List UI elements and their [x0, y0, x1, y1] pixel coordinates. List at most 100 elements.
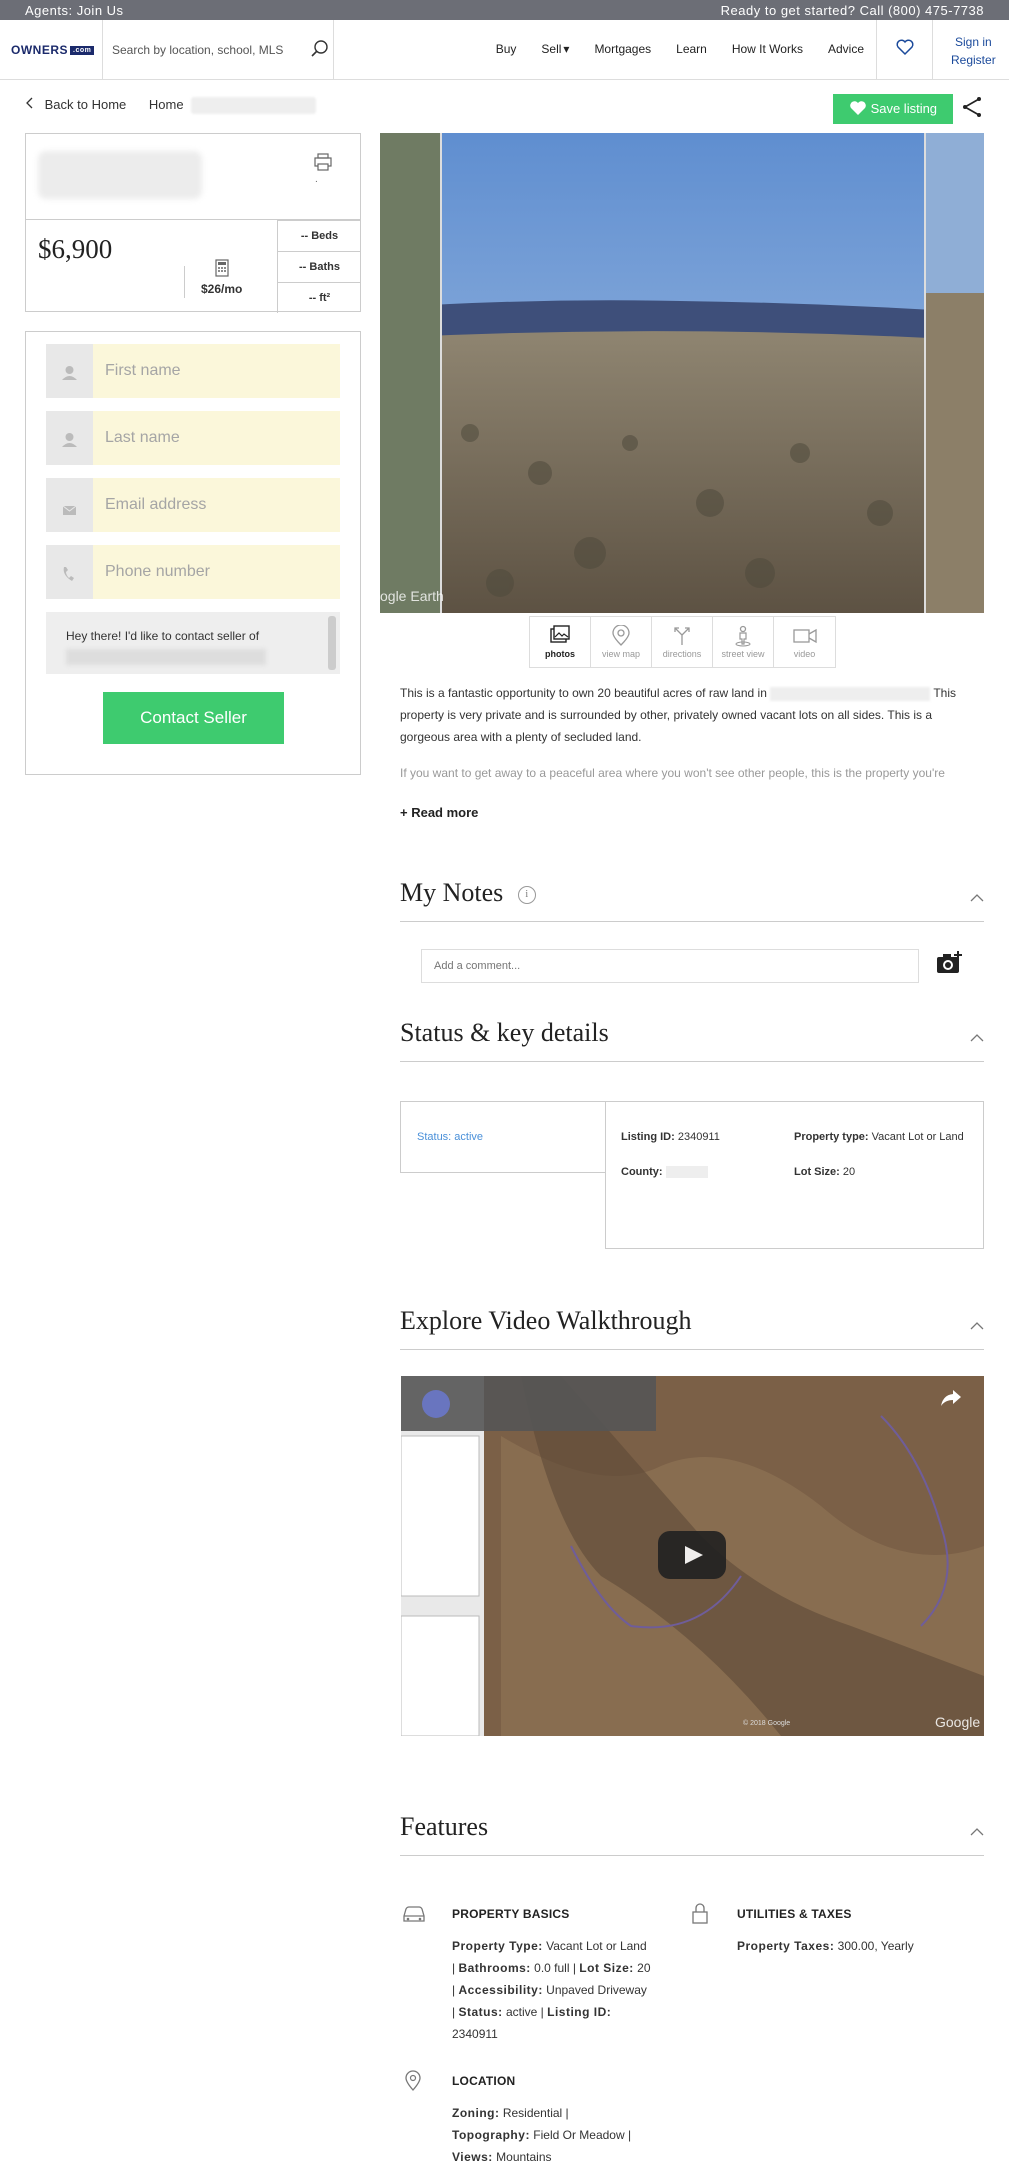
listing-description: This is a fantastic opportunity to own 2…	[400, 682, 980, 784]
nav-sell[interactable]: Sell ▾	[541, 42, 569, 56]
last-name-input[interactable]	[93, 411, 340, 465]
print-caption: .	[315, 174, 318, 185]
breadcrumb: Back to Home Home	[25, 97, 317, 115]
address-redacted	[38, 151, 202, 199]
tab-video[interactable]: video	[774, 617, 835, 667]
chevron-up-icon[interactable]	[970, 1318, 984, 1336]
description-fade-paragraph: If you want to get away to a peaceful ar…	[400, 766, 945, 780]
sqft-value: -- ft²	[278, 282, 361, 313]
textarea-scrollbar[interactable]	[328, 616, 336, 670]
nav-learn[interactable]: Learn	[676, 42, 707, 56]
play-button[interactable]	[658, 1531, 726, 1579]
description-paragraph: This is a fantastic opportunity to own 2…	[400, 686, 957, 744]
account-links: Sign in Register	[951, 33, 996, 69]
beds-value: -- Beds	[278, 220, 361, 251]
features-section-header[interactable]: Features	[400, 1812, 984, 1856]
nav-mortgages[interactable]: Mortgages	[594, 42, 651, 56]
tab-directions[interactable]: directions	[652, 617, 713, 667]
features-title: Features	[400, 1812, 489, 1841]
calc-divider	[184, 266, 185, 298]
call-cta[interactable]: Ready to get started? Call (800) 475-773…	[721, 3, 984, 18]
topography: Topography: Field Or Meadow |	[452, 2128, 632, 2142]
tab-view-map[interactable]: view map	[591, 617, 652, 667]
property-type-detail: Property type: Vacant Lot or Land	[794, 1131, 964, 1143]
agents-join-link[interactable]: Agents: Join Us	[25, 3, 124, 18]
contact-seller-button[interactable]: Contact Seller	[103, 692, 284, 744]
chevron-left-icon[interactable]	[25, 97, 39, 112]
chevron-up-icon[interactable]	[970, 890, 984, 908]
breadcrumb-home[interactable]: Home	[149, 97, 184, 112]
chevron-up-icon[interactable]	[970, 1824, 984, 1842]
photos-icon	[530, 625, 590, 649]
search-input[interactable]	[104, 20, 334, 80]
owners-logo[interactable]: OWNERS .com	[11, 43, 95, 57]
listing-price: $6,900	[38, 234, 113, 264]
play-icon	[658, 1546, 726, 1583]
car-icon	[401, 1904, 427, 1929]
utilities-title: UTILITIES & TAXES	[737, 1907, 852, 1921]
print-icon[interactable]	[313, 153, 333, 176]
status-section-header[interactable]: Status & key details	[400, 1018, 984, 1062]
mortgage-calculator[interactable]: $26/mo	[201, 259, 242, 296]
lot-size-detail: Lot Size: 20	[794, 1166, 856, 1178]
read-more-link[interactable]: + Read more	[400, 805, 478, 820]
first-name-input[interactable]	[93, 344, 340, 398]
status-badge: Status: active	[400, 1101, 606, 1173]
tab-street-view[interactable]: street view	[713, 617, 774, 667]
property-specs: -- Beds -- Baths -- ft²	[277, 220, 361, 313]
comment-input[interactable]	[421, 949, 919, 983]
location-title: LOCATION	[452, 2074, 516, 2088]
property-basics: PROPERTY BASICS Property Type: Vacant Lo…	[452, 1903, 652, 2045]
breadcrumb-address-redacted	[191, 97, 317, 115]
phone-field	[46, 545, 340, 599]
nav-divider	[932, 20, 933, 80]
nav-advice[interactable]: Advice	[828, 42, 864, 56]
register-link[interactable]: Register	[951, 51, 996, 69]
sign-in-link[interactable]: Sign in	[951, 33, 996, 51]
map-watermark: Google	[935, 1714, 981, 1730]
utilities-taxes: UTILITIES & TAXES Property Taxes: 300.00…	[737, 1903, 987, 1957]
baths-value: -- Baths	[278, 251, 361, 282]
message-redacted	[66, 649, 266, 665]
favorites-heart-icon[interactable]	[895, 37, 915, 62]
listing-id-detail: Listing ID: 2340911	[621, 1131, 720, 1143]
directions-icon	[652, 625, 712, 649]
media-tabs: photos view map directions street view v…	[529, 616, 836, 668]
info-icon[interactable]: i	[517, 886, 536, 904]
share-icon[interactable]	[961, 96, 983, 123]
tab-photos[interactable]: photos	[530, 617, 591, 667]
save-listing-button[interactable]: Save listing	[833, 94, 953, 124]
nav-how-it-works[interactable]: How It Works	[732, 42, 803, 56]
message-textarea[interactable]: Hey there! I'd like to contact seller of	[46, 612, 340, 674]
phone-icon	[46, 545, 93, 599]
map-pin-icon	[591, 624, 651, 649]
nav-divider	[876, 20, 877, 80]
video-icon	[774, 625, 835, 649]
property-taxes: Property Taxes: 300.00, Yearly	[737, 1939, 914, 1953]
location-redacted	[770, 686, 931, 701]
nav-buy[interactable]: Buy	[496, 42, 517, 56]
my-notes-section-header[interactable]: My Notes i	[400, 878, 984, 922]
chevron-up-icon[interactable]	[970, 1030, 984, 1048]
add-photo-camera-icon[interactable]	[936, 951, 962, 980]
first-name-field	[46, 344, 340, 398]
top-bar: Agents: Join Us Ready to get started? Ca…	[0, 0, 1009, 20]
video-section-header[interactable]: Explore Video Walkthrough	[400, 1306, 984, 1350]
person-icon	[46, 411, 93, 465]
contact-seller-form: Hey there! I'd like to contact seller of…	[25, 331, 361, 775]
nav-links: Buy Sell ▾ Mortgages Learn How It Works A…	[471, 42, 864, 56]
nav-divider	[333, 20, 334, 80]
phone-input[interactable]	[93, 545, 340, 599]
search-icon[interactable]	[310, 39, 330, 64]
county-detail: County:	[621, 1166, 708, 1179]
email-input[interactable]	[93, 478, 340, 532]
last-name-field	[46, 411, 340, 465]
photo-gallery[interactable]: ogle Earth	[380, 133, 984, 613]
views: Views: Mountains	[452, 2150, 552, 2164]
video-player[interactable]: Google © 2018 Google	[401, 1376, 984, 1736]
monthly-payment: $26/mo	[201, 282, 243, 296]
nav-divider	[102, 20, 103, 80]
back-to-home-link[interactable]: Back to Home	[45, 97, 127, 112]
email-field	[46, 478, 340, 532]
video-share-icon[interactable]	[939, 1388, 963, 1413]
